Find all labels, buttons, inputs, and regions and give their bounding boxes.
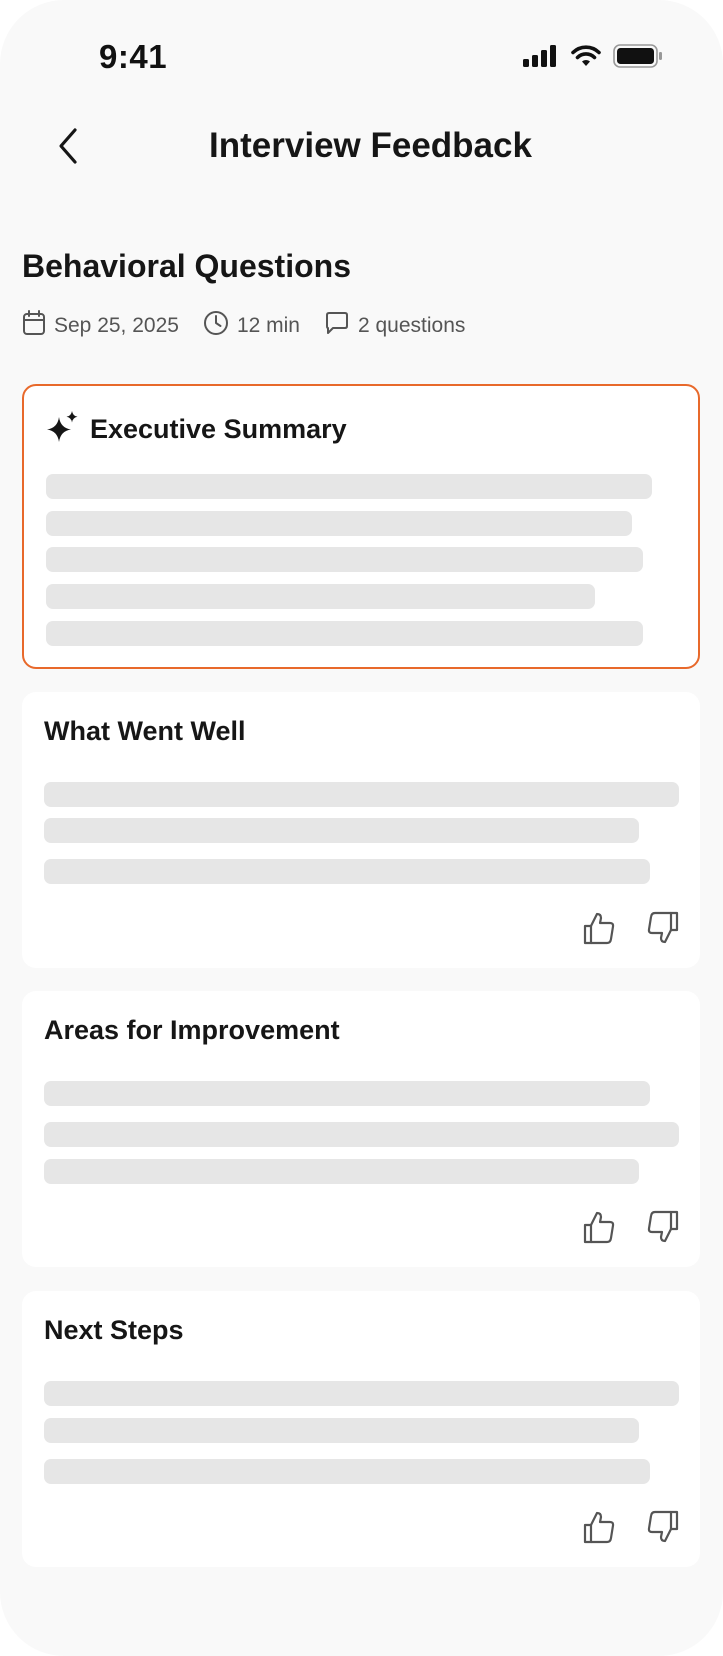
skeleton-line bbox=[44, 782, 679, 807]
next-steps-card: Next Steps bbox=[22, 1291, 700, 1567]
status-time: 9:41 bbox=[99, 38, 168, 75]
thumbs-up-button[interactable] bbox=[582, 1211, 616, 1247]
skeleton-line bbox=[46, 584, 595, 609]
skeleton-line bbox=[44, 1381, 679, 1406]
areas-for-improvement-title: Areas for Improvement bbox=[44, 1015, 340, 1045]
areas-for-improvement-card: Areas for Improvement bbox=[22, 991, 700, 1267]
cellular-signal-icon bbox=[523, 45, 559, 72]
next-steps-title: Next Steps bbox=[44, 1315, 184, 1345]
nav-header: Interview Feedback bbox=[0, 110, 723, 190]
skeleton-line bbox=[44, 1081, 650, 1106]
executive-summary-title: Executive Summary bbox=[90, 414, 347, 444]
interview-title: Behavioral Questions bbox=[22, 248, 351, 284]
thumbs-down-button[interactable] bbox=[646, 911, 680, 950]
feedback-buttons bbox=[582, 1210, 680, 1249]
skeleton-line bbox=[46, 547, 643, 572]
battery-icon bbox=[613, 44, 663, 73]
sparkle-icon bbox=[46, 410, 80, 449]
skeleton-line bbox=[46, 474, 652, 499]
thumbs-down-icon bbox=[647, 1510, 679, 1549]
interview-meta: Sep 25, 2025 12 min 2 questions bbox=[22, 310, 489, 342]
skeleton-line bbox=[44, 1122, 679, 1147]
what-went-well-title: What Went Well bbox=[44, 716, 246, 746]
executive-summary-header: Executive Summary bbox=[46, 410, 347, 449]
thumbs-up-icon bbox=[583, 1210, 615, 1249]
thumbs-up-button[interactable] bbox=[582, 912, 616, 948]
executive-summary-card: Executive Summary bbox=[22, 384, 700, 669]
phone-screen: 9:41 Interview Feedback Behavioral Quest… bbox=[0, 0, 723, 1656]
feedback-buttons bbox=[582, 911, 680, 950]
skeleton-line bbox=[44, 1159, 639, 1184]
thumbs-down-button[interactable] bbox=[646, 1210, 680, 1249]
meta-questions-text: 2 questions bbox=[357, 314, 466, 337]
calendar-icon bbox=[22, 310, 46, 342]
clock-icon bbox=[203, 310, 229, 342]
skeleton-line bbox=[46, 511, 632, 536]
skeleton-line bbox=[44, 1418, 639, 1443]
thumbs-down-button[interactable] bbox=[646, 1510, 680, 1549]
thumbs-up-button[interactable] bbox=[582, 1511, 616, 1547]
thumbs-down-icon bbox=[647, 911, 679, 950]
thumbs-up-icon bbox=[583, 1510, 615, 1549]
skeleton-line bbox=[44, 859, 650, 884]
meta-date: Sep 25, 2025 bbox=[22, 310, 179, 342]
meta-duration-text: 12 min bbox=[236, 314, 300, 337]
skeleton-line bbox=[44, 818, 639, 843]
wifi-icon bbox=[571, 45, 601, 72]
skeleton-line bbox=[46, 621, 643, 646]
what-went-well-card: What Went Well bbox=[22, 692, 700, 968]
meta-date-text: Sep 25, 2025 bbox=[54, 314, 179, 337]
thumbs-down-icon bbox=[647, 1210, 679, 1249]
status-icons bbox=[523, 44, 663, 73]
page-title: Interview Feedback bbox=[209, 126, 532, 165]
feedback-buttons bbox=[582, 1510, 680, 1549]
meta-duration: 12 min bbox=[203, 310, 300, 342]
status-bar: 9:41 bbox=[0, 0, 723, 110]
skeleton-line bbox=[44, 1459, 650, 1484]
thumbs-up-icon bbox=[583, 911, 615, 950]
chat-bubble-icon bbox=[324, 310, 350, 342]
meta-questions: 2 questions bbox=[324, 310, 465, 342]
